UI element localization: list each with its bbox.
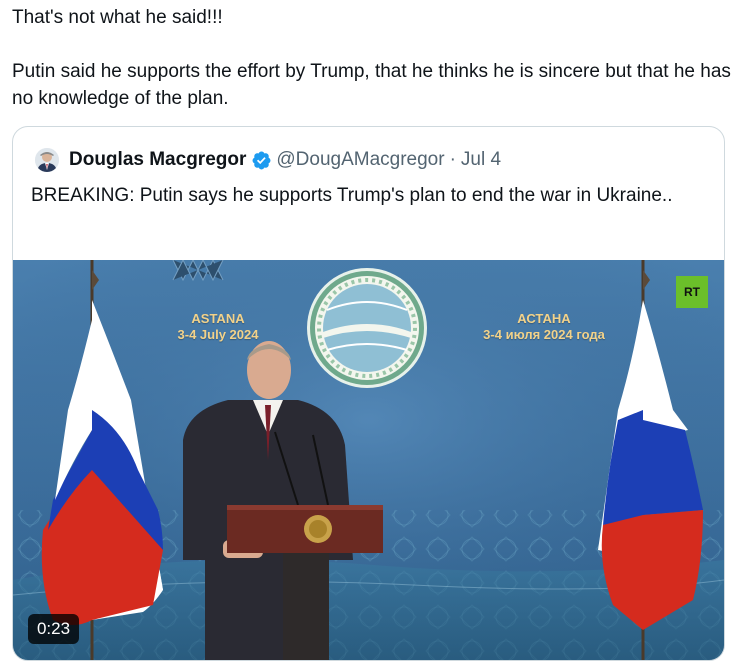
author-name[interactable]: Douglas Macgregor	[69, 149, 246, 171]
author-avatar[interactable]	[35, 148, 59, 172]
post-date[interactable]: Jul 4	[461, 149, 501, 171]
video-player[interactable]: ASTANA 3-4 July 2024 АСТАНА 3-4 июля 202…	[13, 260, 724, 660]
video-duration-badge: 0:23	[28, 614, 79, 644]
quoted-tweet-card[interactable]: Douglas Macgregor @DougAMacgregor · Jul …	[12, 126, 725, 661]
quoted-tweet-text: BREAKING: Putin says he supports Trump's…	[31, 185, 673, 206]
quoted-tweet-header: Douglas Macgregor @DougAMacgregor · Jul …	[35, 147, 501, 173]
meta-separator: ·	[449, 149, 456, 170]
tweet-text: That's not what he said!!! Putin said he…	[12, 4, 732, 112]
venue-city-en: ASTANA	[191, 311, 245, 326]
venue-label-en: ASTANA 3-4 July 2024	[163, 311, 273, 343]
venue-city-ru: АСТАНА	[517, 311, 571, 326]
author-handle[interactable]: @DougAMacgregor	[276, 149, 444, 171]
tweet-line-2: Putin said he supports the effort by Tru…	[12, 61, 731, 109]
venue-dates-en: 3-4 July 2024	[177, 327, 259, 342]
verified-badge-icon	[252, 151, 271, 169]
rt-logo: RT	[676, 276, 708, 308]
venue-label-ru: АСТАНА 3-4 июля 2024 года	[469, 311, 619, 343]
venue-dates-ru: 3-4 июля 2024 года	[483, 327, 605, 342]
tweet-line-1: That's not what he said!!!	[12, 7, 223, 28]
